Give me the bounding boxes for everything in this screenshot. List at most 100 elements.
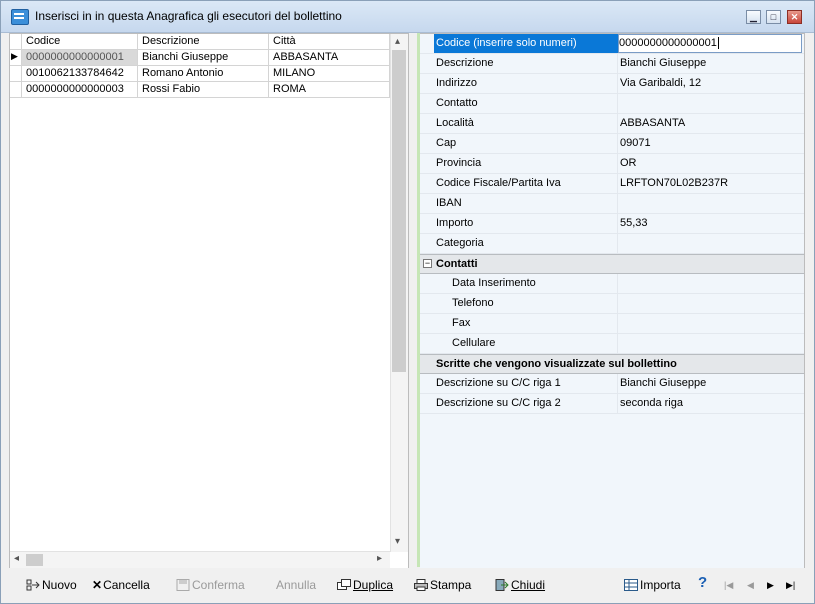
prop-value[interactable]: Via Garibaldi, 12 <box>620 74 804 93</box>
close-button[interactable]: ✕ <box>787 10 802 24</box>
prop-row-descrizione[interactable]: Descrizione Bianchi Giuseppe <box>420 54 804 74</box>
prop-label: Cap <box>436 134 618 153</box>
scroll-down-icon[interactable]: ▾ <box>395 536 400 547</box>
category-scritte[interactable]: Scritte che vengono visualizzate sul bol… <box>420 354 804 374</box>
help-icon[interactable]: ? <box>698 575 707 591</box>
importa-button[interactable]: Importa <box>624 577 681 593</box>
prop-row-telefono[interactable]: Telefono <box>420 294 804 314</box>
minimize-button[interactable]: ▁ <box>746 10 761 24</box>
horizontal-scroll-thumb[interactable] <box>26 554 43 566</box>
prop-value[interactable] <box>620 274 804 293</box>
row-selector[interactable] <box>10 82 22 98</box>
prop-value[interactable]: OR <box>620 154 804 173</box>
column-header-citta[interactable]: Città <box>269 34 390 49</box>
conferma-button[interactable]: Conferma <box>176 577 245 593</box>
prop-value[interactable]: seconda riga <box>620 394 804 413</box>
row-header-corner <box>10 34 22 49</box>
scroll-left-icon[interactable]: ◂ <box>14 553 19 564</box>
prop-label: Descrizione su C/C riga 1 <box>436 374 618 393</box>
nav-prev-icon[interactable]: ◀ <box>747 577 754 593</box>
prop-value[interactable] <box>620 94 804 113</box>
column-header-codice[interactable]: Codice <box>22 34 138 49</box>
prop-row-provincia[interactable]: Provincia OR <box>420 154 804 174</box>
row-selector[interactable]: ▶ <box>10 50 22 66</box>
prop-value[interactable]: Bianchi Giuseppe <box>620 54 804 73</box>
prop-label: Importo <box>436 214 618 233</box>
column-header-descrizione[interactable]: Descrizione <box>138 34 269 49</box>
prop-label: Indirizzo <box>436 74 618 93</box>
records-grid[interactable]: Codice Descrizione Città ▶ 0000000000000… <box>9 33 409 569</box>
cell-citta[interactable]: ABBASANTA <box>269 50 390 66</box>
collapse-toggle-icon[interactable]: − <box>423 259 432 268</box>
cancella-button[interactable]: ✕Cancella <box>92 577 150 593</box>
table-row[interactable]: ▶ 0000000000000001 Bianchi Giuseppe ABBA… <box>10 50 390 66</box>
prop-label: Cellulare <box>452 334 618 353</box>
prop-row-descrizione-riga-1[interactable]: Descrizione su C/C riga 1 Bianchi Giusep… <box>420 374 804 394</box>
category-contatti[interactable]: − Contatti <box>420 254 804 274</box>
prop-row-localita[interactable]: Località ABBASANTA <box>420 114 804 134</box>
scroll-right-icon[interactable]: ▸ <box>377 553 382 564</box>
chiudi-button[interactable]: Chiudi <box>495 577 545 593</box>
codice-input[interactable]: 0000000000000001 <box>618 34 802 53</box>
scroll-up-icon[interactable]: ▴ <box>395 36 400 47</box>
prop-row-codice[interactable]: Codice (inserire solo numeri) 0000000000… <box>420 34 804 54</box>
prop-value[interactable] <box>620 234 804 253</box>
prop-label: Codice (inserire solo numeri) <box>434 34 620 53</box>
vertical-scroll-thumb[interactable] <box>392 50 406 372</box>
nuovo-button[interactable]: Nuovo <box>26 577 77 593</box>
maximize-button[interactable]: □ <box>766 10 781 24</box>
prop-row-data-inserimento[interactable]: Data Inserimento <box>420 274 804 294</box>
cell-citta[interactable]: MILANO <box>269 66 390 82</box>
nav-first-icon[interactable]: |◀ <box>724 577 733 593</box>
table-row[interactable]: 0010062133784642 Romano Antonio MILANO <box>10 66 390 82</box>
title-bar[interactable]: Inserisci in in questa Anagrafica gli es… <box>1 1 814 33</box>
cell-codice[interactable]: 0000000000000001 <box>22 50 138 66</box>
table-row[interactable]: 0000000000000003 Rossi Fabio ROMA <box>10 82 390 98</box>
duplica-button[interactable]: Duplica <box>337 577 393 593</box>
window-title: Inserisci in in questa Anagrafica gli es… <box>35 9 342 23</box>
nav-next-icon[interactable]: ▶ <box>767 577 774 593</box>
property-grid[interactable]: Codice (inserire solo numeri) 0000000000… <box>420 33 805 569</box>
grid-vertical-scrollbar[interactable]: ▴ ▾ <box>390 34 408 552</box>
nuovo-label: Nuovo <box>42 578 77 592</box>
cell-descrizione[interactable]: Bianchi Giuseppe <box>138 50 269 66</box>
cell-descrizione[interactable]: Romano Antonio <box>138 66 269 82</box>
bottom-toolbar: Nuovo ✕Cancella Conferma Annulla Duplica… <box>1 568 814 603</box>
prop-value[interactable]: 55,33 <box>620 214 804 233</box>
prop-value[interactable]: Bianchi Giuseppe <box>620 374 804 393</box>
prop-row-indirizzo[interactable]: Indirizzo Via Garibaldi, 12 <box>420 74 804 94</box>
prop-row-contatto[interactable]: Contatto <box>420 94 804 114</box>
prop-value[interactable]: 09071 <box>620 134 804 153</box>
cell-citta[interactable]: ROMA <box>269 82 390 98</box>
stampa-button[interactable]: Stampa <box>414 577 471 593</box>
prop-row-categoria[interactable]: Categoria <box>420 234 804 254</box>
prop-row-cap[interactable]: Cap 09071 <box>420 134 804 154</box>
duplicate-icon <box>337 579 351 590</box>
prop-value[interactable]: ABBASANTA <box>620 114 804 133</box>
prop-row-cellulare[interactable]: Cellulare <box>420 334 804 354</box>
prop-value[interactable] <box>620 194 804 213</box>
prop-label: Provincia <box>436 154 618 173</box>
annulla-button[interactable]: Annulla <box>276 577 316 593</box>
nav-last-icon[interactable]: ▶| <box>786 577 795 593</box>
prop-value[interactable]: LRFTON70L02B237R <box>620 174 804 193</box>
prop-value[interactable] <box>620 294 804 313</box>
grid-horizontal-scrollbar[interactable]: ◂ ▸ <box>10 551 390 568</box>
cell-codice[interactable]: 0000000000000003 <box>22 82 138 98</box>
prop-row-iban[interactable]: IBAN <box>420 194 804 214</box>
prop-row-descrizione-riga-2[interactable]: Descrizione su C/C riga 2 seconda riga <box>420 394 804 414</box>
current-row-arrow-icon: ▶ <box>11 51 18 61</box>
prop-value[interactable] <box>620 314 804 333</box>
prop-row-codice-fiscale[interactable]: Codice Fiscale/Partita Iva LRFTON70L02B2… <box>420 174 804 194</box>
prop-row-importo[interactable]: Importo 55,33 <box>420 214 804 234</box>
prop-label: Descrizione su C/C riga 2 <box>436 394 618 413</box>
printer-icon <box>414 579 428 591</box>
prop-label: Telefono <box>452 294 618 313</box>
prop-value[interactable] <box>620 334 804 353</box>
cell-descrizione[interactable]: Rossi Fabio <box>138 82 269 98</box>
text-caret <box>717 37 719 50</box>
prop-row-fax[interactable]: Fax <box>420 314 804 334</box>
main-window: Inserisci in in questa Anagrafica gli es… <box>0 0 815 604</box>
cell-codice[interactable]: 0010062133784642 <box>22 66 138 82</box>
row-selector[interactable] <box>10 66 22 82</box>
